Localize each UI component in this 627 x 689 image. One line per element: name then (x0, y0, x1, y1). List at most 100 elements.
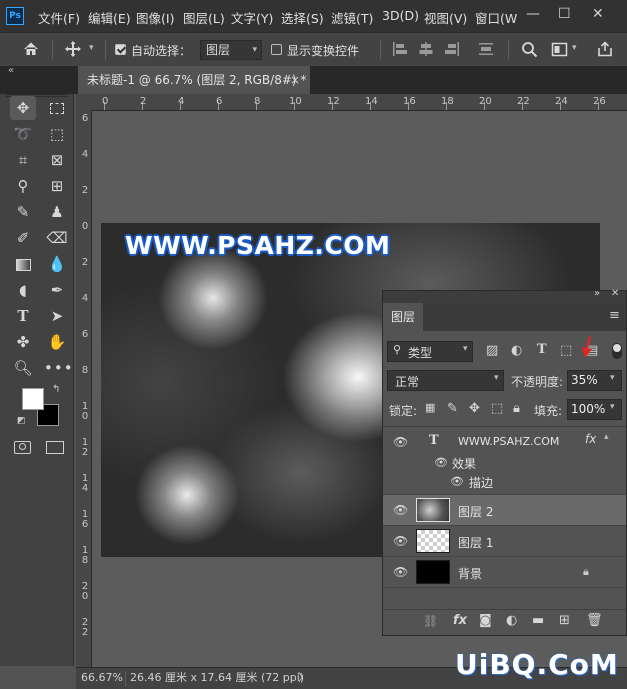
effects-label[interactable]: 效果 (452, 455, 476, 472)
menu-file[interactable]: 文件(F) (38, 8, 80, 27)
lock-all-icon[interactable]: 🔒︎ (513, 401, 520, 416)
zoom-tool-icon[interactable]: 🔍︎ (10, 356, 36, 380)
crop-tool-icon[interactable]: ⌗ (10, 148, 36, 172)
object-select-tool-icon[interactable]: ⬚ (44, 122, 70, 146)
dodge-tool-icon[interactable]: ◖ (10, 278, 36, 302)
minimize-button[interactable]: — (526, 6, 540, 22)
link-layers-icon[interactable]: ⛓ (423, 614, 438, 628)
visibility-eye-icon[interactable]: 👁︎ (450, 475, 464, 488)
frame-tool-icon[interactable]: ⊠ (44, 148, 70, 172)
add-style-icon[interactable]: fx (453, 613, 467, 628)
filter-pixel-icon[interactable]: ▨ (486, 343, 498, 358)
visibility-eye-icon[interactable]: 👁︎ (393, 503, 408, 517)
adjustment-layer-icon[interactable]: ◐ (506, 613, 517, 628)
blend-mode-dropdown[interactable]: 正常 ▾ (387, 370, 504, 391)
tab-layers[interactable]: 图层 (383, 303, 423, 331)
panel-menu-icon[interactable]: ≡ (609, 308, 620, 323)
fill-field[interactable]: 100% ▾ (567, 399, 622, 420)
layer-row-background[interactable]: 👁︎ 背景 🔒︎ (383, 557, 626, 588)
spot-healing-tool-icon[interactable]: ⊞ (44, 174, 70, 198)
lasso-tool-icon[interactable]: ➰ (10, 122, 36, 146)
align-right-icon[interactable] (444, 41, 460, 57)
stroke-effect-label[interactable]: 描边 (469, 474, 493, 491)
visibility-eye-icon[interactable]: 👁︎ (393, 435, 408, 449)
clone-stamp-tool-icon[interactable]: ♟ (44, 200, 70, 224)
lock-transparent-icon[interactable]: ▦ (425, 401, 435, 414)
new-group-icon[interactable]: ▬ (532, 613, 544, 628)
show-transform-checkbox[interactable] (271, 44, 282, 55)
maximize-button[interactable]: ☐ (558, 6, 571, 22)
workspace-icon[interactable] (551, 41, 568, 58)
visibility-eye-icon[interactable]: 👁︎ (393, 534, 408, 548)
visibility-eye-icon[interactable]: 👁︎ (434, 456, 448, 469)
collapse-toolbar-icon[interactable]: « (8, 65, 14, 76)
share-icon[interactable] (596, 40, 614, 58)
visibility-eye-icon[interactable]: 👁︎ (393, 565, 408, 579)
filter-shape-icon[interactable]: ⬚ (560, 343, 572, 358)
align-center-icon[interactable] (418, 41, 434, 57)
align-left-icon[interactable] (392, 41, 408, 57)
chevron-down-icon[interactable]: ▾ (89, 43, 94, 53)
new-layer-icon[interactable]: ⊞ (559, 613, 570, 628)
menu-view[interactable]: 视图(V) (424, 8, 467, 27)
zoom-level[interactable]: 66.67% (81, 668, 123, 688)
layer-name[interactable]: WWW.PSAHZ.COM (458, 435, 559, 448)
auto-select-target-dropdown[interactable]: 图层 ▾ (200, 40, 262, 60)
lock-position-icon[interactable]: ✥ (469, 401, 480, 416)
gradient-tool-icon[interactable] (10, 252, 36, 276)
layer-row-layer-1[interactable]: 👁︎ 图层 1 (383, 526, 626, 557)
menu-image[interactable]: 图像(I) (136, 8, 174, 27)
type-tool-icon[interactable]: T (10, 304, 36, 328)
auto-select-checkbox[interactable] (115, 44, 126, 55)
eyedropper-tool-icon[interactable]: ⚲ (10, 174, 36, 198)
menu-filter[interactable]: 滤镜(T) (331, 8, 373, 27)
layer-name[interactable]: 背景 (458, 565, 482, 582)
hand-tool-icon[interactable]: ✋ (44, 330, 70, 354)
quick-mask-icon[interactable] (14, 441, 31, 454)
move-tool-icon[interactable]: ✥ (10, 96, 36, 120)
eraser-tool-icon[interactable]: ⌫ (44, 226, 70, 250)
collapse-panel-icon[interactable]: » (594, 288, 600, 299)
menu-edit[interactable]: 编辑(E) (88, 8, 131, 27)
marquee-tool-icon[interactable] (44, 96, 70, 120)
brush-tool-icon[interactable]: ✎ (10, 200, 36, 224)
add-mask-icon[interactable]: ◙ (479, 613, 492, 628)
filter-type-icon[interactable]: T (537, 342, 547, 357)
pen-tool-icon[interactable]: ✒ (44, 278, 70, 302)
distribute-icon[interactable] (478, 41, 494, 57)
menu-type[interactable]: 文字(Y) (231, 8, 273, 27)
menu-select[interactable]: 选择(S) (281, 8, 324, 27)
shape-tool-icon[interactable]: ✤ (10, 330, 36, 354)
layer-row-layer-2[interactable]: 👁︎ 图层 2 (383, 495, 626, 526)
home-icon[interactable] (22, 40, 40, 58)
menu-window[interactable]: 窗口(W (475, 8, 517, 27)
more-tools-icon[interactable]: ••• (44, 356, 73, 380)
default-colors-icon[interactable]: ◩ (17, 416, 26, 426)
layer-name[interactable]: 图层 1 (458, 534, 493, 551)
lock-artboard-icon[interactable]: ⬚ (491, 401, 503, 416)
canvas-text-layer[interactable]: WWW.PSAHZ.COM (125, 231, 390, 260)
blur-tool-icon[interactable]: 💧 (44, 252, 70, 276)
screen-mode-icon[interactable] (46, 441, 64, 454)
layer-filter-dropdown[interactable]: ⚲ 类型 ▾ (387, 341, 473, 362)
foreground-color-swatch[interactable] (22, 388, 44, 410)
document-tab[interactable]: 未标题-1 @ 66.7% (图层 2, RGB/8#) * × (78, 66, 310, 94)
layer-name[interactable]: 图层 2 (458, 503, 493, 520)
status-menu-arrow[interactable]: 〉 (298, 668, 309, 688)
fx-badge[interactable]: fx (585, 432, 596, 446)
history-brush-tool-icon[interactable]: ✐ (10, 226, 36, 250)
filter-toggle[interactable] (612, 343, 622, 359)
swap-colors-icon[interactable]: ↰ (52, 384, 60, 395)
chevron-up-icon[interactable]: ▴ (604, 432, 609, 442)
chevron-down-icon[interactable]: ▾ (572, 43, 577, 53)
menu-3d[interactable]: 3D(D) (382, 8, 419, 23)
delete-layer-icon[interactable]: 🗑︎ (586, 613, 603, 628)
filter-adjustment-icon[interactable]: ◐ (511, 343, 522, 358)
move-tool-icon[interactable] (64, 40, 82, 58)
opacity-field[interactable]: 35% ▾ (567, 370, 622, 391)
close-window-button[interactable]: ✕ (592, 6, 604, 22)
menu-layer[interactable]: 图层(L) (183, 8, 225, 27)
search-icon[interactable] (521, 41, 538, 58)
lock-paint-icon[interactable]: ✎ (447, 401, 458, 416)
close-tab-icon[interactable]: × (290, 66, 300, 94)
